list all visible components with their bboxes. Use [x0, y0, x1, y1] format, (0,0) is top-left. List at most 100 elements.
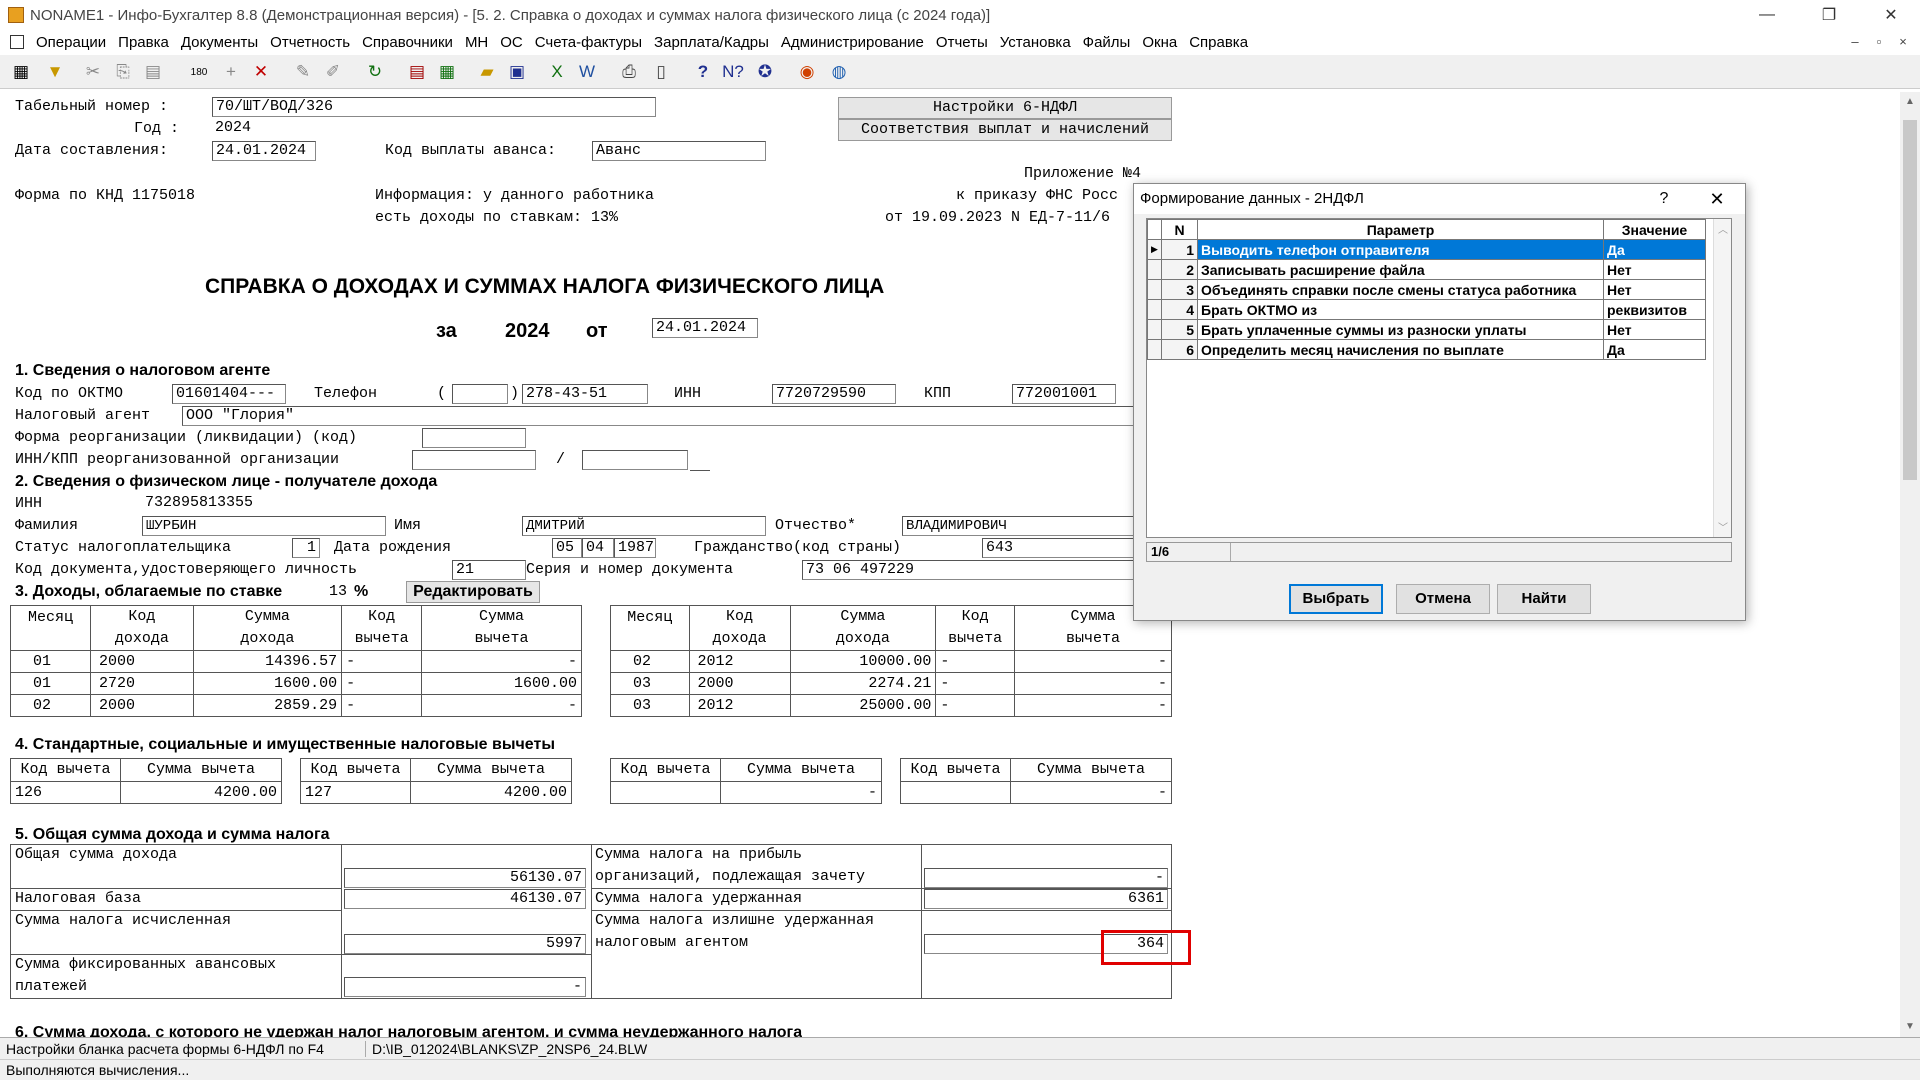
income-cell[interactable]: - — [421, 694, 582, 717]
parameter-value[interactable]: Да — [1603, 339, 1706, 360]
income-cell[interactable]: - — [1013, 672, 1173, 695]
phone-field[interactable]: 278-43-51 — [522, 384, 648, 404]
menu-item-4[interactable]: Справочники — [356, 34, 459, 51]
agent-name-field[interactable]: ООО "Глория" — [182, 406, 1136, 426]
parameter-name[interactable]: Записывать расширение файла — [1197, 259, 1604, 280]
delete-icon[interactable]: ✕ — [248, 59, 274, 85]
income-cell[interactable]: 2012 — [688, 650, 791, 673]
table-row[interactable]: 03 2012 25000.00- - — [610, 694, 1173, 717]
save-icon[interactable]: ▣ — [504, 59, 530, 85]
paste-icon[interactable]: ▤ — [140, 59, 166, 85]
income-cell[interactable]: 03 — [610, 694, 690, 717]
menu-item-6[interactable]: ОС — [494, 34, 529, 51]
income-cell[interactable]: 14396.57 — [192, 650, 343, 673]
tax-base-field[interactable]: 46130.07 — [344, 889, 586, 909]
payment-mapping-button[interactable]: Соответствия выплат и начислений — [838, 119, 1172, 141]
parameter-value[interactable]: Нет — [1603, 259, 1706, 280]
middle-name-field[interactable]: ВЛАДИМИРОВИЧ — [902, 516, 1136, 536]
document-icon[interactable] — [10, 35, 24, 49]
year-field[interactable]: 2024 — [212, 119, 656, 139]
menu-item-2[interactable]: Документы — [175, 34, 264, 51]
parameter-row[interactable]: 3 Объединять справки после смены статуса … — [1147, 279, 1706, 300]
settings-6ndfl-button[interactable]: Настройки 6-НДФЛ — [838, 97, 1172, 119]
id-doc-code-field[interactable]: 21 — [452, 560, 526, 580]
menu-item-9[interactable]: Администрирование — [775, 34, 930, 51]
mdi-restore-icon[interactable]: ▫ — [1868, 34, 1890, 50]
oktmo-field[interactable]: 01601404--- — [172, 384, 286, 404]
menu-item-7[interactable]: Счета-фактуры — [529, 34, 648, 51]
parameter-row[interactable]: 6 Определить месяц начисления по выплате Д… — [1147, 339, 1706, 360]
refresh-icon[interactable]: ↻ — [362, 59, 388, 85]
person-inn-field[interactable]: 732895813355 — [142, 494, 386, 514]
phone-code-field[interactable] — [452, 384, 508, 404]
col-value-header[interactable]: Значение — [1603, 219, 1706, 240]
pick-all-icon[interactable]: ✐ — [320, 59, 346, 85]
scroll-thumb[interactable] — [1903, 120, 1917, 480]
close-button[interactable]: ✕ — [1868, 0, 1914, 30]
income-cell[interactable]: 2000 — [89, 650, 194, 673]
income-cell[interactable]: 02 — [610, 650, 690, 673]
deduction-code[interactable] — [610, 781, 721, 804]
menu-item-3[interactable]: Отчетность — [264, 34, 356, 51]
vertical-scrollbar[interactable]: ▲ ▼ — [1900, 92, 1920, 1037]
minimize-button[interactable]: — — [1744, 0, 1790, 30]
mdi-minimize-icon[interactable]: – — [1844, 34, 1866, 50]
income-cell[interactable]: 03 — [610, 672, 690, 695]
globe-icon[interactable]: ◍ — [826, 59, 852, 85]
citizenship-field[interactable]: 643 — [982, 538, 1136, 558]
scroll-down-icon[interactable]: ▼ — [1900, 1017, 1920, 1037]
deduction-code[interactable]: 126 — [10, 781, 121, 804]
parameter-name[interactable]: Объединять справки после смены статуса р… — [1197, 279, 1604, 300]
word-icon[interactable]: W — [574, 59, 600, 85]
agent-inn-field[interactable]: 7720729590 — [772, 384, 896, 404]
menu-item-0[interactable]: Операции — [30, 34, 112, 51]
counter-icon[interactable]: 180 — [186, 59, 212, 85]
restore-button[interactable]: ❐ — [1806, 0, 1852, 30]
income-cell[interactable]: - — [935, 672, 1015, 695]
calculator-icon[interactable]: ▦ — [434, 59, 460, 85]
income-cell[interactable]: - — [1013, 650, 1173, 673]
menu-item-14[interactable]: Справка — [1183, 34, 1254, 51]
print-icon[interactable]: ⎙ — [616, 59, 642, 85]
income-cell[interactable]: 01 — [10, 650, 91, 673]
taxpayer-status-field[interactable]: 1 — [292, 538, 320, 558]
tax-rate-field[interactable]: 13 — [318, 583, 350, 603]
parameter-value[interactable]: Да — [1603, 239, 1706, 260]
grid-scroll-down-icon[interactable]: ﹀ — [1718, 519, 1728, 534]
edit-button[interactable]: Редактировать — [406, 581, 540, 603]
income-cell[interactable]: - — [1013, 694, 1173, 717]
table-row[interactable]: 01 2720 1600.00-1600.00 — [10, 672, 582, 695]
parameter-name[interactable]: Выводить телефон отправителя — [1197, 239, 1604, 260]
deduction-sum[interactable]: - — [1010, 781, 1172, 804]
tab-number-field[interactable]: 70/ШТ/ВОД/326 — [212, 97, 656, 117]
find-button[interactable]: Найти — [1497, 584, 1591, 614]
income-cell[interactable]: 2012 — [688, 694, 791, 717]
report-icon[interactable]: ▤ — [404, 59, 430, 85]
grid-scrollbar[interactable]: ︿ ﹀ — [1713, 219, 1731, 537]
advance-code-field[interactable]: Аванс — [592, 141, 766, 161]
income-cell[interactable]: 2859.29 — [192, 694, 343, 717]
reorg-inn-field[interactable] — [412, 450, 536, 470]
income-cell[interactable]: - — [935, 650, 1015, 673]
doc-date-field[interactable]: 24.01.2024 — [652, 318, 758, 338]
cancel-button[interactable]: Отмена — [1396, 584, 1490, 614]
menu-item-1[interactable]: Правка — [112, 34, 175, 51]
income-cell[interactable]: 2000 — [688, 672, 791, 695]
context-help-icon[interactable]: N? — [720, 59, 746, 85]
mdi-close-icon[interactable]: × — [1892, 34, 1914, 50]
income-cell[interactable]: 2274.21 — [789, 672, 937, 695]
birth-day-field[interactable]: 05 — [552, 538, 582, 558]
menu-item-5[interactable]: МН — [459, 34, 494, 51]
income-cell[interactable]: 02 — [10, 694, 91, 717]
reorg-form-field[interactable] — [422, 428, 526, 448]
parameter-row[interactable]: 5 Брать уплаченные суммы из разноски упла… — [1147, 319, 1706, 340]
parameter-value[interactable]: Нет — [1603, 319, 1706, 340]
kpp-field[interactable]: 772001001 — [1012, 384, 1116, 404]
table-row[interactable]: 02 2000 2859.29- - — [10, 694, 582, 717]
id-series-field[interactable]: 73 06 497229 — [802, 560, 1136, 580]
table-icon[interactable]: ▦ — [8, 59, 34, 85]
reorg-kpp-field[interactable] — [582, 450, 688, 470]
pick-icon[interactable]: ✎ — [290, 59, 316, 85]
parameter-row[interactable]: 4 Брать ОКТМО из реквизитов — [1147, 299, 1706, 320]
last-name-field[interactable]: ШУРБИН — [142, 516, 386, 536]
